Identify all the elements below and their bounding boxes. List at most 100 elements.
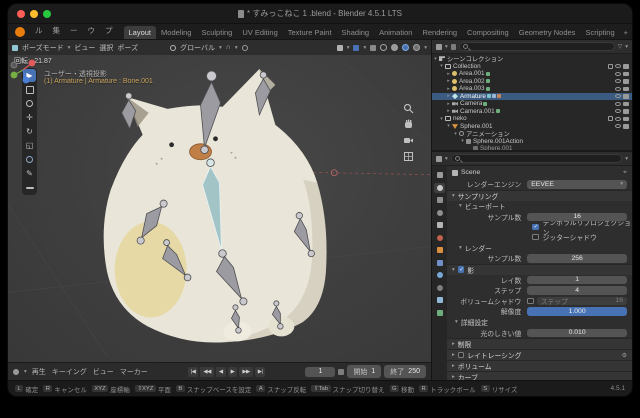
timeline-menu-keying[interactable]: キーイング [52, 367, 87, 377]
light-threshold-field[interactable]: 0.010 [527, 328, 627, 337]
prev-keyframe-button[interactable]: ◀◀ [200, 366, 214, 377]
render-subsection[interactable]: ▾ レンダー [447, 242, 632, 253]
raytracing-section-header[interactable]: ▸ レイトレーシング ⚙ [447, 349, 632, 360]
rendered-shading-button[interactable] [413, 44, 421, 51]
jitter-shadows-checkbox[interactable] [532, 233, 539, 241]
xray-toggle-icon[interactable] [370, 44, 377, 51]
axis-neg-handle[interactable] [10, 61, 18, 69]
raytracing-checkbox[interactable] [457, 351, 465, 359]
render-visibility-icon[interactable] [623, 101, 629, 106]
hide-icon[interactable] [615, 64, 621, 69]
current-frame-field[interactable]: 1 [305, 366, 336, 377]
tab-scripting[interactable]: Scripting [580, 26, 619, 39]
tab-constraints[interactable] [434, 295, 445, 305]
zoom-view-button[interactable] [403, 103, 414, 114]
axis-x-handle[interactable] [28, 59, 36, 67]
material-preview-button[interactable] [402, 44, 410, 51]
render-visibility-icon[interactable] [623, 116, 629, 121]
hide-icon[interactable] [615, 101, 621, 106]
tab-shading[interactable]: Shading [337, 26, 375, 39]
tab-world[interactable] [434, 233, 445, 243]
render-visibility-icon[interactable] [623, 109, 629, 114]
tab-render[interactable] [434, 182, 445, 193]
play-button[interactable]: ▶ [227, 366, 238, 377]
timeline-menu-playback[interactable]: 再生 [32, 367, 46, 377]
tab-rendering[interactable]: Rendering [417, 26, 462, 39]
wireframe-shading-button[interactable] [380, 44, 388, 51]
navigation-gizmo[interactable] [8, 55, 38, 85]
measure-tool-button[interactable] [23, 181, 36, 194]
render-samples-field[interactable]: 256 [527, 254, 627, 263]
tab-view-layer[interactable] [434, 208, 445, 218]
tab-output[interactable] [434, 195, 445, 205]
collection-checkbox[interactable] [608, 63, 613, 69]
steps-field[interactable]: 4 [527, 286, 627, 295]
camera-view-button[interactable] [403, 135, 414, 146]
rotate-tool-button[interactable]: ↻ [23, 125, 36, 138]
play-reverse-button[interactable]: ◀ [215, 366, 226, 377]
tab-physics[interactable] [434, 283, 445, 293]
hide-icon[interactable] [615, 79, 621, 84]
mode-dropdown[interactable]: ポーズモード ▾ [12, 43, 70, 53]
tab-scene[interactable] [434, 220, 445, 230]
tab-sculpting[interactable]: Sculpting [196, 26, 237, 39]
scale-tool-button[interactable]: ◱ [23, 139, 36, 152]
filter-icon[interactable]: ▽ [618, 43, 623, 50]
jump-to-start-button[interactable]: |◀ [187, 366, 199, 377]
render-engine-dropdown[interactable]: EEVEE ▾ [527, 180, 627, 189]
render-visibility-icon[interactable] [623, 124, 629, 129]
outliner-row-collection[interactable]: ▾ Collection [432, 63, 632, 71]
volume-shadows-checkbox[interactable] [527, 297, 534, 304]
tab-object[interactable] [434, 245, 445, 255]
frame-start-field[interactable]: 開始 1 [347, 365, 382, 378]
annotate-tool-button[interactable]: ✎ [23, 167, 36, 180]
hide-icon[interactable] [615, 116, 621, 121]
blender-logo-icon[interactable] [15, 27, 25, 37]
outliner-row-area3[interactable]: ▸ Area.003 [432, 85, 632, 93]
hide-icon[interactable] [615, 86, 621, 91]
resolution-slider[interactable]: 1.000 [527, 307, 627, 316]
add-workspace-button[interactable]: + [620, 26, 632, 39]
advanced-subsection[interactable]: ▾ 詳細設定 [447, 317, 632, 328]
transform-orientation-dropdown[interactable]: グローバル ▾ [170, 43, 222, 53]
outliner-row-armature-selected[interactable]: ▸ Armature [432, 92, 632, 100]
tab-animation[interactable]: Animation [374, 26, 417, 39]
transform-tool-button[interactable] [23, 153, 36, 166]
viewport-menu-pose[interactable]: ポーズ [117, 43, 138, 53]
render-visibility-icon[interactable] [623, 86, 629, 91]
outliner-row-neko[interactable]: ▾ neko [432, 115, 632, 123]
collection-checkbox[interactable] [608, 116, 613, 122]
tab-modeling[interactable]: Modeling [156, 26, 196, 39]
viewport-menu-select[interactable]: 選択 [99, 43, 113, 53]
outliner-row-scene-collection[interactable]: ▾ シーンコレクション [432, 55, 632, 64]
shadows-section-header[interactable]: ▾影 [447, 263, 632, 275]
volumes-section-header[interactable]: ▸ ボリューム [447, 360, 632, 371]
tab-compositing[interactable]: Compositing [462, 26, 514, 39]
properties-search-input[interactable] [450, 154, 623, 163]
viewport-canvas[interactable]: 回転: -21.87 ユーザー・透視投影 (1) Armature | Arma… [8, 55, 431, 362]
frame-end-field[interactable]: 終了 250 [384, 365, 426, 378]
outliner-row-camera001[interactable]: ▸ Camera.001 [432, 108, 632, 116]
tab-tool[interactable] [434, 170, 445, 180]
outliner-display-mode-icon[interactable] [450, 43, 456, 50]
pan-view-button[interactable] [403, 119, 414, 130]
curves-section-header[interactable]: ▸ カーブ [447, 371, 632, 380]
hide-icon[interactable] [615, 124, 621, 129]
cursor-tool-button[interactable] [23, 97, 36, 110]
outliner-editor-icon[interactable] [436, 43, 442, 50]
render-visibility-icon[interactable] [623, 79, 629, 84]
timeline-editor-icon[interactable] [13, 368, 19, 375]
show-gizmo-icon[interactable] [336, 44, 343, 51]
tab-object-data[interactable] [434, 308, 445, 318]
viewport-samples-field[interactable]: 16 [527, 212, 627, 221]
timeline-menu-view[interactable]: ビュー [93, 367, 114, 377]
axis-z-handle[interactable] [22, 76, 30, 84]
pin-icon[interactable]: ⌖ [623, 169, 627, 177]
jump-to-end-button[interactable]: ▶| [254, 366, 266, 377]
outliner-search-input[interactable] [458, 42, 615, 51]
tab-uv-editing[interactable]: UV Editing [237, 26, 282, 39]
outliner-row-action-sub[interactable]: Sphere.001 [432, 145, 632, 150]
sampling-section-header[interactable]: ▾ サンプリング [447, 189, 632, 201]
overlays-icon[interactable] [353, 44, 360, 51]
clamp-section-header[interactable]: ▸ 制限 [447, 338, 632, 349]
